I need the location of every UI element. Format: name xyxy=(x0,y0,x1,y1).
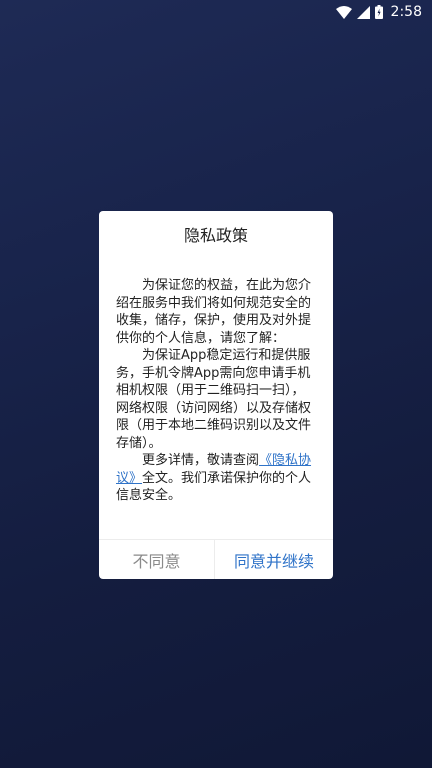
battery-icon xyxy=(374,5,383,19)
more-info-tail-text: 全文。我们承诺保护你的个人信息安全。 xyxy=(116,470,312,504)
disagree-button[interactable]: 不同意 xyxy=(99,540,214,579)
signal-icon xyxy=(356,5,370,19)
wifi-icon xyxy=(335,5,352,19)
privacy-dialog: 隐私政策 为保证您的权益，在此为您介绍在服务中我们将如何规范安全的收集，储存，保… xyxy=(99,211,333,579)
status-time: 2:58 xyxy=(390,4,422,20)
paragraph-permissions: 为保证App稳定运行和提供服务，手机令牌App需向您申请手机相机权限（用于二维码… xyxy=(116,348,312,451)
dialog-title: 隐私政策 xyxy=(183,226,248,245)
more-info-text: 更多详情，敬请查阅 xyxy=(142,453,260,468)
dialog-body[interactable]: 为保证您的权益，在此为您介绍在服务中我们将如何规范安全的收集，储存，保护，使用及… xyxy=(116,277,315,539)
status-bar: 2:58 xyxy=(0,0,432,24)
paragraph-intro: 为保证您的权益，在此为您介绍在服务中我们将如何规范安全的收集，储存，保护，使用及… xyxy=(116,278,312,346)
agree-and-continue-button[interactable]: 同意并继续 xyxy=(215,540,333,579)
paragraph-more-info: 更多详情，敬请查阅《隐私协议》全文。我们承诺保护你的个人信息安全。 xyxy=(116,452,315,505)
